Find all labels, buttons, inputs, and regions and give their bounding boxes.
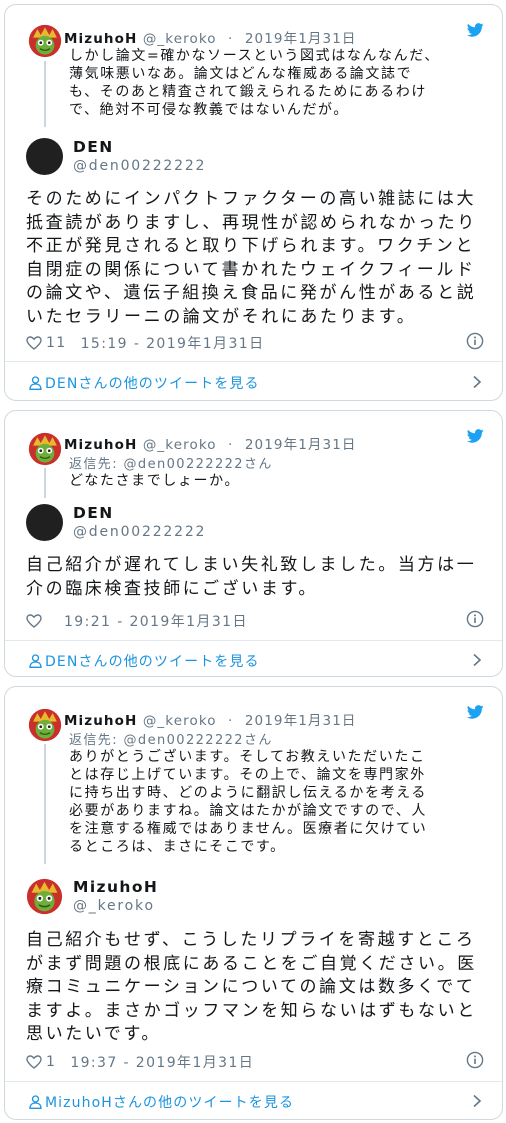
den-avatar[interactable] — [26, 138, 63, 175]
tweet-meta: 1 19:37 - 2019年1月31日 — [26, 1052, 254, 1072]
more-tweets-link[interactable]: DENさんの他のツイートを見る — [29, 651, 260, 671]
more-tweets-link[interactable]: DENさんの他のツイートを見る — [29, 373, 260, 393]
reply-to[interactable]: 返信先: @den00222222さん — [69, 729, 273, 748]
tweet-meta: 19:21 - 2019年1月31日 — [26, 611, 248, 631]
tweet-timestamp[interactable]: 15:19 - 2019年1月31日 — [81, 333, 265, 353]
author-avatar-frog-icon[interactable] — [26, 878, 63, 915]
parent-tweet-text: しかし論文=確かなソースという図式はなんなんだ、 薄気味悪いなあ。論文はどんな権… — [69, 48, 441, 118]
parent-date[interactable]: 2019年1月31日 — [245, 713, 357, 729]
heart-icon[interactable] — [26, 1055, 42, 1069]
den-avatar[interactable] — [26, 504, 63, 541]
parent-avatar-frog-icon[interactable] — [28, 432, 62, 466]
parent-avatar-frog-icon[interactable] — [28, 24, 62, 58]
tweet-card: MizuhoH @_keroko · 2019年1月31日 しかし論文=確かなソ… — [4, 4, 503, 401]
tweet-text: 自己紹介が遅れてしまい失礼致しました。当方は一 介の臨床検査技師にございます。 — [26, 555, 477, 599]
heart-icon[interactable] — [26, 336, 42, 350]
info-icon[interactable] — [466, 1051, 484, 1069]
tweet-card: MizuhoH @_keroko · 2019年1月31日 返信先: @den0… — [4, 686, 503, 1120]
divider — [5, 1081, 502, 1082]
heart-icon[interactable] — [26, 614, 42, 628]
chevron-right-icon[interactable] — [472, 375, 482, 389]
parent-avatar-frog-icon[interactable] — [28, 708, 62, 742]
tweet-meta: 11 15:19 - 2019年1月31日 — [26, 333, 264, 353]
more-tweets-label: MizuhoHさんの他のツイートを見る — [45, 1095, 295, 1111]
author-name[interactable]: DEN — [73, 504, 114, 522]
twitter-bird-icon[interactable] — [467, 23, 484, 37]
thread-line — [44, 468, 46, 498]
tweet-text: そのためにインパクトファクターの高い雑誌には大 抵査読がありますし、再現性が認め… — [26, 189, 477, 327]
divider — [5, 640, 502, 641]
tweet-text: 自己紹介もせず、こうしたリプライを寄越すところ がまず問題の根底にあることをご自… — [26, 930, 477, 1044]
parent-author-name[interactable]: MizuhoH — [64, 31, 137, 47]
person-icon — [29, 376, 42, 390]
like-count: 11 — [46, 335, 67, 351]
tweet-card: MizuhoH @_keroko · 2019年1月31日 返信先: @den0… — [4, 410, 503, 677]
like-count: 1 — [46, 1054, 57, 1070]
divider — [5, 361, 502, 362]
parent-tweet-text: どなたさまでしょーか。 — [69, 473, 241, 489]
author-name[interactable]: DEN — [73, 138, 114, 156]
more-tweets-label: DENさんの他のツイートを見る — [45, 376, 260, 392]
parent-author-handle[interactable]: @_keroko — [143, 713, 217, 729]
separator-dot: · — [228, 437, 234, 453]
tweet-timestamp[interactable]: 19:37 - 2019年1月31日 — [70, 1052, 254, 1072]
parent-author-name[interactable]: MizuhoH — [64, 713, 137, 729]
chevron-right-icon[interactable] — [472, 653, 482, 667]
parent-author-handle[interactable]: @_keroko — [143, 31, 217, 47]
info-icon[interactable] — [466, 610, 484, 628]
parent-date[interactable]: 2019年1月31日 — [245, 437, 357, 453]
parent-header: MizuhoH @_keroko · 2019年1月31日 — [64, 27, 356, 47]
twitter-bird-icon[interactable] — [467, 705, 484, 719]
separator-dot: · — [228, 713, 234, 729]
thread-line — [44, 61, 46, 127]
author-handle[interactable]: @den00222222 — [73, 524, 206, 540]
more-tweets-link[interactable]: MizuhoHさんの他のツイートを見る — [29, 1092, 294, 1112]
more-tweets-label: DENさんの他のツイートを見る — [45, 654, 260, 670]
reply-to[interactable]: 返信先: @den00222222さん — [69, 453, 273, 472]
thread-line — [44, 744, 46, 864]
parent-date[interactable]: 2019年1月31日 — [245, 31, 357, 47]
author-handle[interactable]: @den00222222 — [73, 158, 206, 174]
author-name[interactable]: MizuhoH — [73, 878, 158, 896]
parent-author-name[interactable]: MizuhoH — [64, 437, 137, 453]
separator-dot: · — [228, 31, 234, 47]
twitter-bird-icon[interactable] — [467, 429, 484, 443]
parent-tweet-text: ありがとうございます。そしてお教えいただいたこ とは存じ上げています。その上で、… — [69, 749, 428, 855]
person-icon — [29, 654, 42, 668]
parent-header: MizuhoH @_keroko · 2019年1月31日 — [64, 709, 356, 729]
person-icon — [29, 1095, 42, 1109]
info-icon[interactable] — [466, 332, 484, 350]
parent-header: MizuhoH @_keroko · 2019年1月31日 — [64, 433, 356, 453]
tweet-timestamp[interactable]: 19:21 - 2019年1月31日 — [64, 611, 248, 631]
parent-author-handle[interactable]: @_keroko — [143, 437, 217, 453]
chevron-right-icon[interactable] — [472, 1094, 482, 1108]
author-handle[interactable]: @_keroko — [73, 898, 155, 914]
